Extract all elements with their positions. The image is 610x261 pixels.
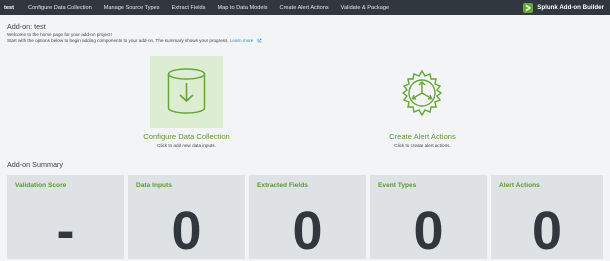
brand[interactable]: Splunk Add-on Builder (523, 0, 604, 15)
nav-validate-package[interactable]: Validate & Package (341, 5, 389, 11)
alert-actions-card: Alert Actions 0 (491, 175, 603, 259)
event-types-card: Event Types 0 (370, 175, 487, 259)
create-alert-actions-title[interactable]: Create Alert Actions (362, 132, 483, 141)
nav-extract-fields[interactable]: Extract Fields (172, 5, 206, 11)
data-inputs-card: Data Inputs 0 (128, 175, 245, 259)
card-value: - (56, 201, 75, 261)
gear-icon (401, 69, 443, 117)
external-link-icon (257, 38, 261, 43)
create-alert-actions-tile[interactable] (397, 68, 447, 118)
configure-data-collection-subtitle: Click to add new data inputs. (157, 143, 216, 148)
card-label: Alert Actions (499, 182, 540, 189)
nav-map-to-data-models[interactable]: Map to Data Models (217, 5, 267, 11)
learn-more-link[interactable]: Learn more (230, 38, 262, 43)
card-label: Validation Score (15, 182, 67, 189)
brand-name: Splunk Add-on Builder (537, 4, 604, 11)
splunk-logo-icon (523, 2, 534, 13)
card-value: 0 (171, 201, 202, 261)
card-value: 0 (292, 201, 323, 261)
card-label: Extracted Fields (257, 182, 308, 189)
nav-manage-source-types[interactable]: Manage Source Types (104, 5, 160, 11)
nav-menu: test Configure Data Collection Manage So… (4, 0, 401, 15)
data-cylinder-icon (167, 68, 206, 114)
create-alert-actions-subtitle: Click to create alert actions. (394, 143, 451, 148)
extracted-fields-card: Extracted Fields 0 (249, 175, 366, 259)
card-value: 0 (413, 201, 444, 261)
addon-summary-title: Add-on Summary (7, 160, 63, 169)
card-value: 0 (531, 201, 563, 261)
configure-data-collection-title[interactable]: Configure Data Collection (126, 132, 247, 141)
intro-line-2: Start with the options below to begin ad… (7, 37, 229, 43)
card-label: Data Inputs (136, 182, 172, 189)
card-label: Event Types (378, 182, 417, 189)
nav-app-name[interactable]: test (4, 5, 14, 11)
intro-text: Welcome to the home page for your add-on… (7, 32, 427, 43)
validation-score-card: Validation Score - (7, 175, 124, 259)
nav-create-alert-actions[interactable]: Create Alert Actions (280, 5, 329, 11)
page-title: Add-on: test (7, 22, 46, 31)
configure-data-collection-action[interactable]: Configure Data Collection Click to add n… (126, 132, 247, 148)
configure-data-collection-tile[interactable] (150, 56, 223, 128)
create-alert-actions-action[interactable]: Create Alert Actions Click to create ale… (362, 132, 483, 148)
nav-configure-data-collection[interactable]: Configure Data Collection (28, 5, 92, 11)
top-nav-bar: test Configure Data Collection Manage So… (0, 0, 610, 15)
